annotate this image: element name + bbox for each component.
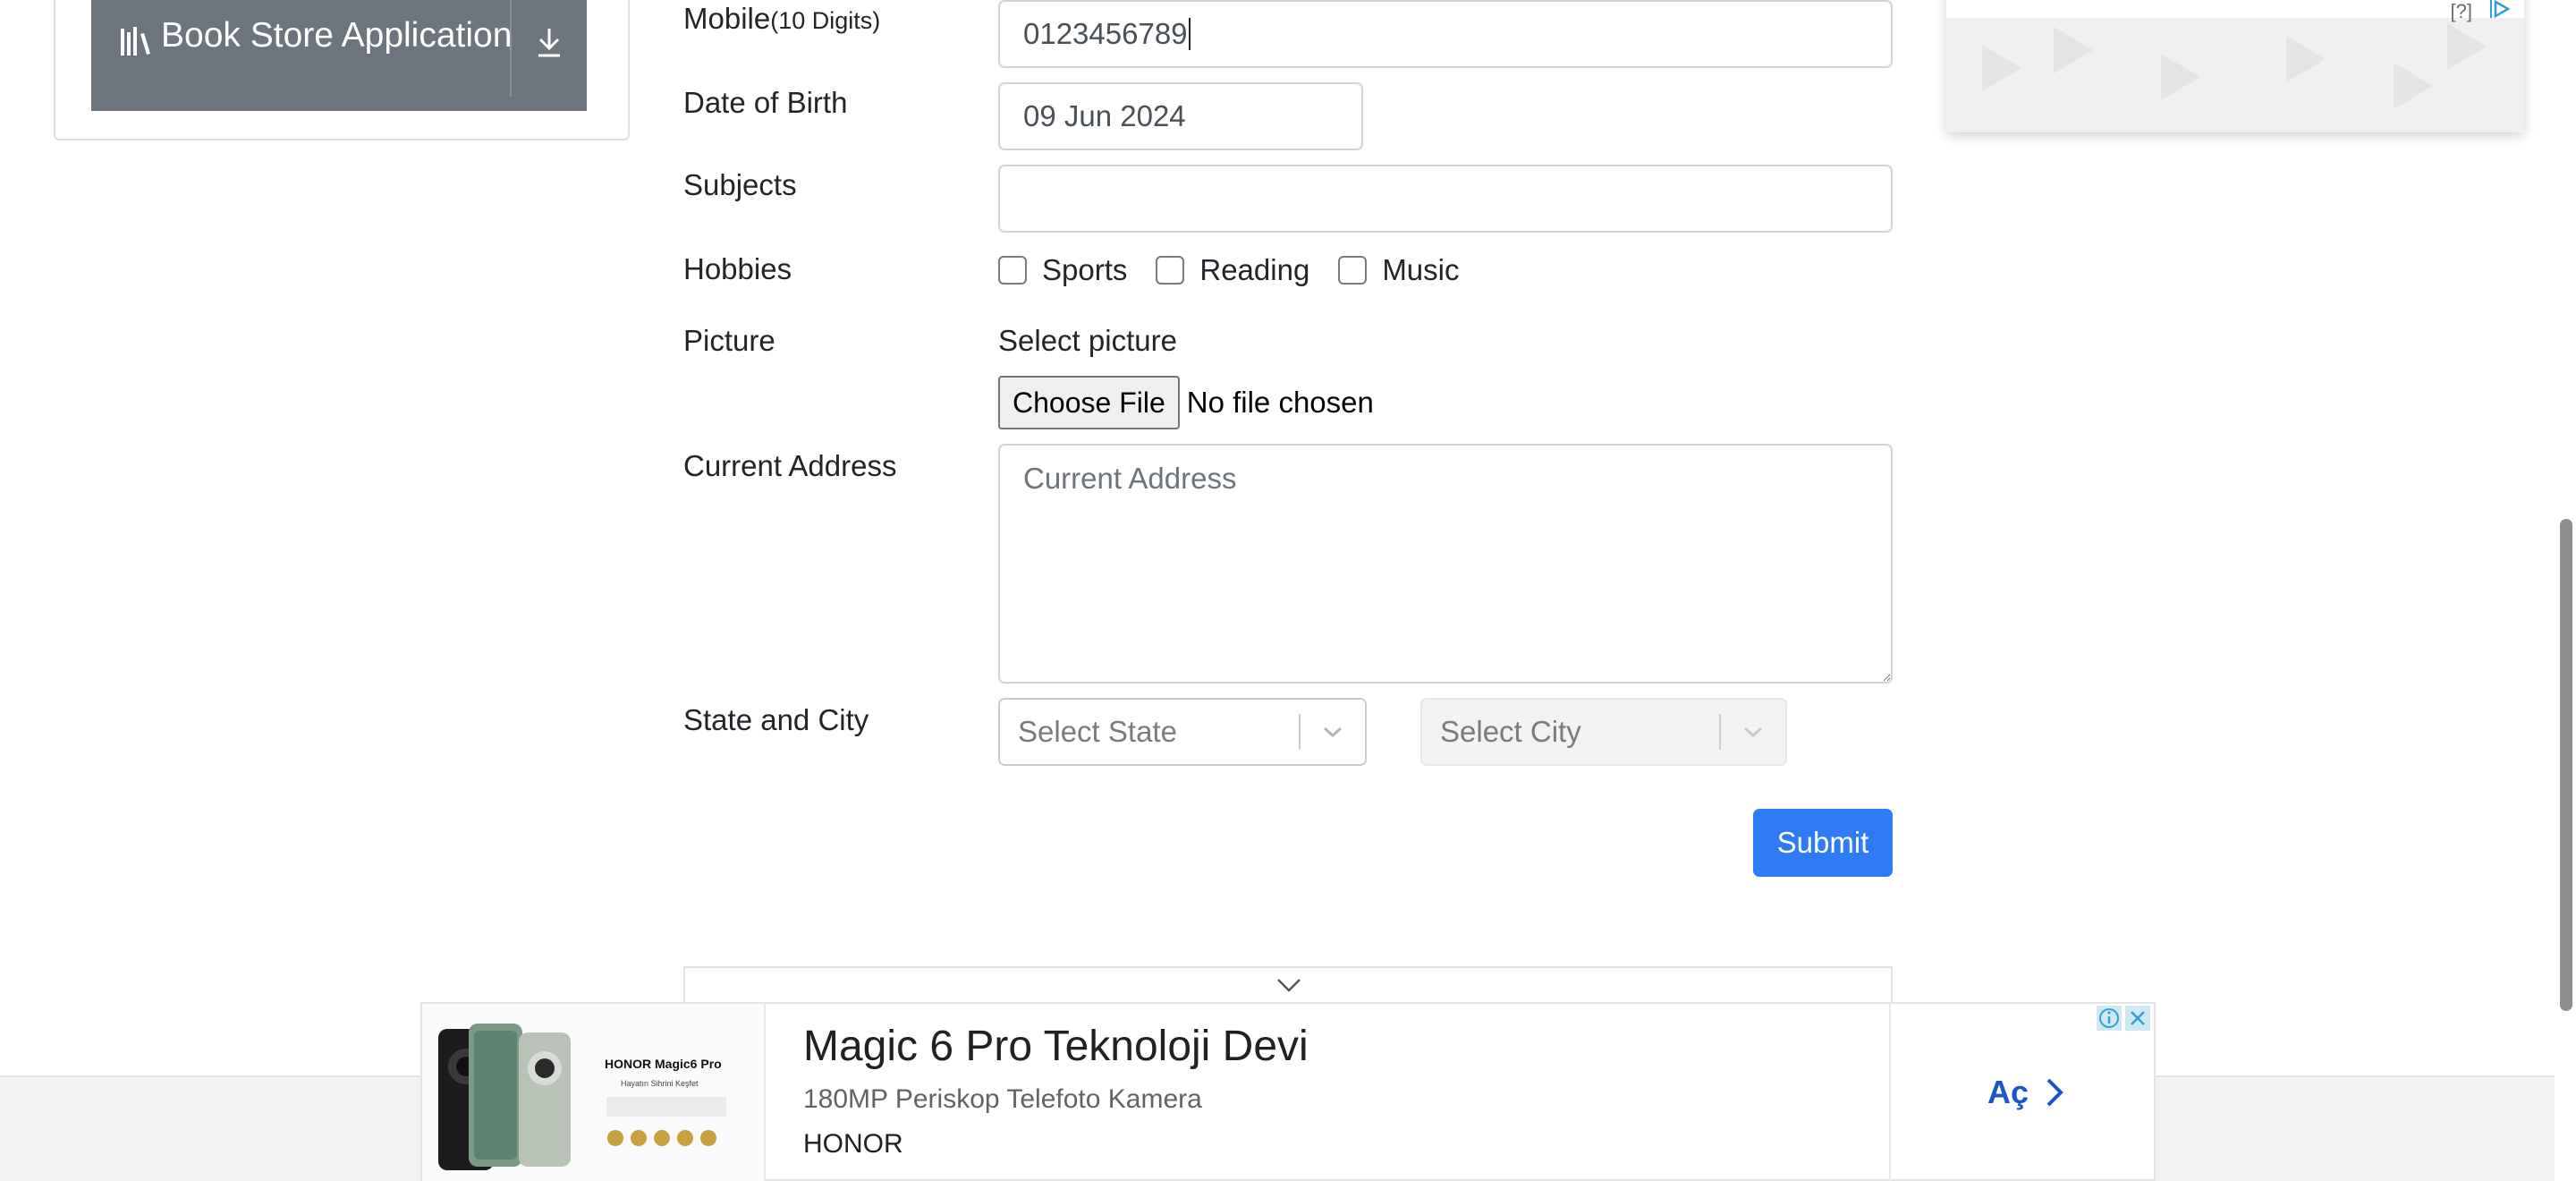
state-placeholder: Select State — [1018, 715, 1177, 748]
ad-background — [1946, 18, 2524, 132]
sidebar-item-label: Book Store Application — [161, 16, 513, 55]
ad-pattern-shape — [2161, 54, 2200, 100]
state-select[interactable]: Select State — [998, 698, 1367, 766]
subjects-label: Subjects — [683, 168, 797, 201]
hobbies-label: Hobbies — [683, 252, 792, 285]
banner-ad[interactable]: HONOR Magic6 Pro Hayatın Sihrini Keşfet … — [420, 1002, 2156, 1181]
svg-text:Hayatın Sihrini Keşfet: Hayatın Sihrini Keşfet — [621, 1079, 699, 1088]
hobbies-group: Sports Reading Music — [998, 251, 1488, 290]
current-address-textarea[interactable] — [998, 444, 1893, 684]
ad-pattern-shape — [2286, 36, 2326, 82]
music-label[interactable]: Music — [1382, 253, 1459, 287]
adchoices-icon[interactable] — [2488, 0, 2512, 20]
sidebar-item-book-store[interactable]: Book Store Application — [91, 0, 587, 111]
choose-file-button[interactable]: Choose File — [998, 376, 1180, 429]
select-picture-text: Select picture — [998, 324, 1177, 357]
ad-pattern-shape — [1982, 45, 2021, 91]
banner-title[interactable]: Magic 6 Pro Teknoloji Devi — [803, 1022, 1309, 1071]
chevron-down-icon — [1301, 725, 1365, 739]
city-select[interactable]: Select City — [1420, 698, 1787, 766]
open-ad-button[interactable]: Aç — [1987, 1074, 2066, 1111]
sports-checkbox[interactable] — [998, 256, 1027, 285]
ad-question-link[interactable]: [?] — [2451, 0, 2472, 23]
ad-pattern-shape — [2394, 63, 2433, 109]
chevron-down-icon — [1277, 979, 1301, 992]
download-icon[interactable] — [535, 27, 564, 57]
state-city-label: State and City — [683, 703, 869, 736]
divider — [510, 0, 512, 97]
sports-label[interactable]: Sports — [1042, 253, 1127, 287]
banner-subtitle: 180MP Periskop Telefoto Kamera — [803, 1084, 1202, 1114]
page-scrollbar[interactable] — [2555, 0, 2576, 1181]
ad-card[interactable]: [?] — [1946, 0, 2524, 132]
banner-brand: HONOR — [803, 1129, 903, 1159]
mobile-hint: (10 Digits) — [770, 7, 881, 34]
open-ad-label: Aç — [1987, 1074, 2029, 1110]
dob-value: 09 Jun 2024 — [1023, 99, 1186, 132]
mobile-label-text: Mobile — [683, 2, 771, 35]
reading-checkbox[interactable] — [1156, 256, 1185, 285]
ad-pattern-shape — [2447, 23, 2487, 70]
chevron-right-icon — [2046, 1078, 2063, 1107]
subjects-input[interactable] — [998, 165, 1893, 233]
mobile-label: Mobile(10 Digits) — [683, 2, 880, 36]
phone-image: HONOR Magic6 Pro Hayatın Sihrini Keşfet — [438, 1024, 726, 1170]
close-icon[interactable] — [2125, 1006, 2150, 1031]
dob-label: Date of Birth — [683, 86, 848, 119]
mobile-input[interactable]: 0123456789 — [998, 0, 1893, 68]
text-caret — [1188, 18, 1191, 50]
submit-button[interactable]: Submit — [1753, 809, 1893, 877]
mobile-value: 0123456789 — [1023, 17, 1188, 50]
banner-product-image: HONOR Magic6 Pro Hayatın Sihrini Keşfet — [422, 1004, 766, 1181]
ad-pattern-shape — [2054, 27, 2093, 73]
picture-label: Picture — [683, 324, 775, 357]
reading-label[interactable]: Reading — [1199, 253, 1309, 287]
current-address-label: Current Address — [683, 449, 897, 482]
city-placeholder: Select City — [1440, 715, 1581, 748]
divider — [1889, 1004, 1891, 1181]
info-icon[interactable] — [2097, 1006, 2122, 1031]
file-input: Choose File No file chosen — [998, 376, 1374, 429]
books-icon — [121, 27, 150, 55]
chevron-down-icon — [1721, 725, 1785, 739]
music-checkbox[interactable] — [1338, 256, 1368, 285]
file-status: No file chosen — [1186, 386, 1374, 419]
dob-input[interactable]: 09 Jun 2024 — [998, 82, 1363, 150]
scrollbar-thumb[interactable] — [2560, 519, 2572, 1011]
svg-text:HONOR Magic6 Pro: HONOR Magic6 Pro — [605, 1057, 722, 1071]
